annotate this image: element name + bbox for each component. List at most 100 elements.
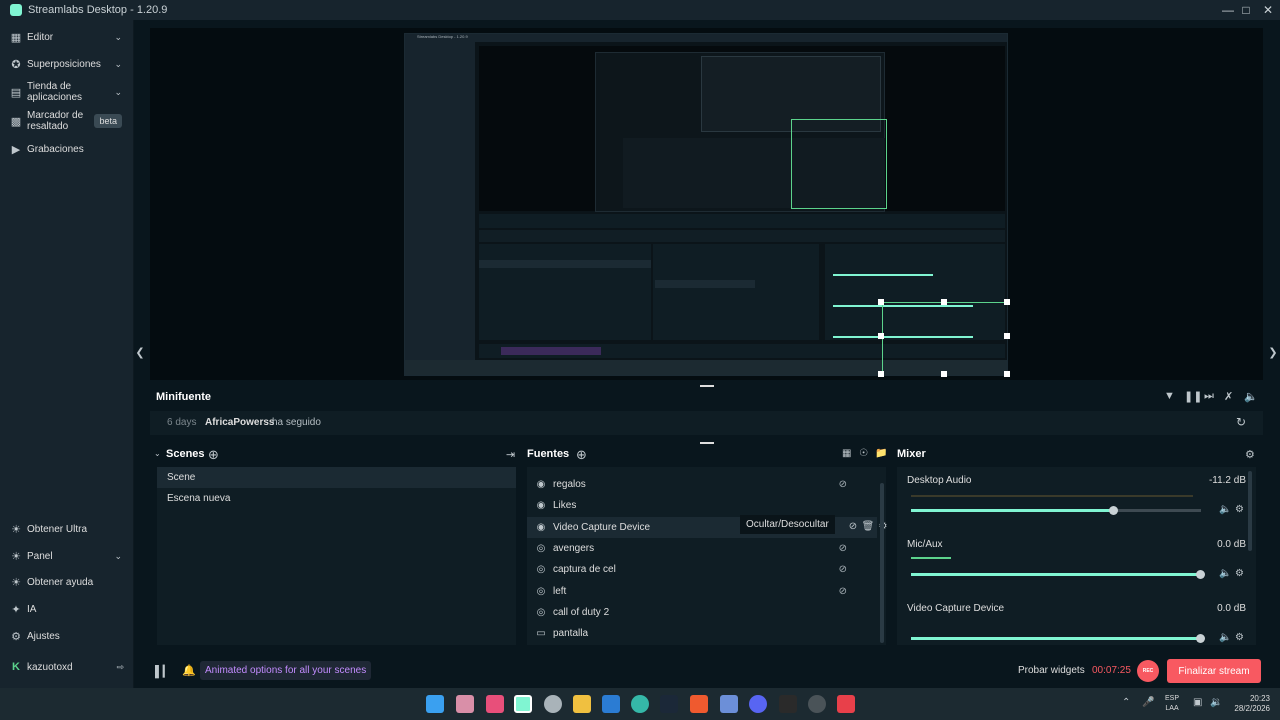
streamlabs-logo-icon [10,4,22,16]
maximize-button[interactable]: □ [1234,0,1258,20]
test-widgets-button[interactable]: Probar widgets [1018,665,1085,676]
minifeed-panel: Minifuente ▼ ❚❚ ⏭ ✗ 🔈 6 days AfricaPower… [150,385,1263,437]
webcam-icon: ◉ [536,522,546,533]
sidebar-item-editor[interactable]: ▦ Editor ⌄ [0,28,134,46]
sidebar-item-highlighter[interactable]: ▩ Marcador de resaltado beta [0,109,134,133]
promo-banner[interactable]: Animated options for all your scenes [200,661,372,680]
start-icon[interactable] [426,695,444,713]
clock-time: 20:23 [1249,694,1270,703]
event-action: ha seguido [272,417,321,428]
visibility-icon[interactable]: ⊘ [839,479,847,490]
mixer-track-desktop: Desktop Audio -11.2 dB 🔈 ⚙ [897,467,1256,531]
scrollbar[interactable] [880,483,884,643]
chevron-up-icon[interactable]: ⌃ [1122,697,1130,708]
visibility-icon[interactable]: ⊘ [839,586,847,597]
rec-button[interactable]: REC [1137,660,1159,682]
trash-icon[interactable]: 🗑 [860,521,876,532]
source-selection-icon[interactable]: ▦ [842,448,851,459]
collapse-left-icon[interactable]: ❮ [135,346,145,359]
add-scene-icon[interactable]: ⊕ [208,447,219,463]
app-icon[interactable] [456,695,474,713]
gear-icon[interactable]: ⚙ [1235,568,1244,579]
user-profile[interactable]: K kazuotoxd ⇨ [0,658,134,676]
gear-icon[interactable]: ⚙ [1235,504,1244,515]
overlays-icon: ✪ [11,58,21,71]
sidebar-item-overlays[interactable]: ✪ Superposiciones ⌄ [0,55,134,73]
sidebar-item-help[interactable]: ☀ Obtener ayuda [0,573,134,591]
filter-icon[interactable]: ▼ [1164,390,1175,402]
add-folder-icon[interactable]: 📁 [875,448,887,459]
source-label: captura de cel [553,564,616,575]
scenes-list: Scene Escena nueva [157,467,516,645]
obs-icon[interactable] [544,695,562,713]
nested-window-title: Streamlabs Desktop - 1.20.9 [417,34,468,39]
logout-icon[interactable]: ⇨ [116,662,124,673]
visibility-icon[interactable]: ⊘ [839,543,847,554]
notification-icon[interactable]: 🔔 [182,664,196,677]
source-item[interactable]: ◎ captura de cel ⊘ [527,559,877,580]
scene-transitions-icon[interactable]: ⇥ [506,448,515,461]
source-item[interactable]: ◎ call of duty 2 [527,602,877,623]
sidebar-item-label: Tienda de aplicaciones [27,81,83,103]
discord-icon[interactable] [749,695,767,713]
steam-icon[interactable] [660,695,678,713]
tiktok-icon[interactable] [486,695,504,713]
skip-icon[interactable]: ⏭ [1204,390,1214,403]
collapse-icon[interactable]: ⌄ [154,449,161,458]
close-button[interactable]: ✕ [1256,0,1280,20]
pause-icon[interactable]: ❚❚ [1184,390,1202,403]
file-explorer-icon[interactable] [573,695,591,713]
sources-eye-icon[interactable]: ☉ [859,448,868,459]
sidebar-item-ultra[interactable]: ☀ Obtener Ultra [0,520,134,538]
scene-item[interactable]: Escena nueva [157,488,516,509]
word-icon[interactable] [602,695,620,713]
brave-icon[interactable] [690,695,708,713]
mute-notifications-icon[interactable]: ✗ [1224,390,1233,403]
streamlabs-taskbar-icon[interactable] [514,695,532,713]
volume-icon[interactable]: 🔈 [1219,632,1231,643]
sidebar-item-app-store[interactable]: ▤ Tienda de aplicaciones ⌄ [0,80,134,104]
edge-icon[interactable] [631,695,649,713]
sidebar-item-recordings[interactable]: ▶ Grabaciones [0,140,134,158]
clock[interactable]: 20:23 28/2/2026 [1226,694,1270,714]
sources-list: ◉ regalos ⊘ ◉ Likes ◉ Video Capture Devi… [527,467,887,645]
stats-icon[interactable]: ▌▎ [155,665,171,678]
resize-handle[interactable] [700,442,714,444]
app-icon[interactable] [720,695,738,713]
network-icon[interactable]: ▣ [1193,697,1202,708]
track-db: -11.2 dB [1208,475,1246,486]
sidebar-item-dashboard[interactable]: ☀ Panel ⌄ [0,547,134,565]
app-icon[interactable] [808,695,826,713]
game-capture-icon: ◎ [536,607,546,618]
epic-games-icon[interactable] [779,695,797,713]
source-item[interactable]: ◎ avengers ⊘ [527,538,877,559]
source-item[interactable]: ◉ regalos ⊘ [527,474,877,495]
volume-icon[interactable]: 🔉 [1210,697,1222,708]
source-item[interactable]: ▭ pantalla [527,623,877,644]
recordings-icon: ▶ [11,143,21,156]
collapse-right-icon[interactable]: ❯ [1268,346,1278,359]
display-icon: ▭ [536,628,546,639]
source-item[interactable]: ◉ Likes [527,495,877,516]
scene-item[interactable]: Scene [157,467,516,488]
add-source-icon[interactable]: ⊕ [576,447,587,463]
mixer-settings-icon[interactable]: ⚙ [1245,448,1255,461]
gear-icon[interactable]: ⚙ [1235,632,1244,643]
sidebar-item-ai[interactable]: ✦ IA [0,600,134,618]
language-indicator[interactable]: ESP LAA [1165,694,1179,714]
event-time: 6 days [167,417,197,428]
volume-icon[interactable]: 🔈 [1219,568,1231,579]
tf-icon[interactable] [837,695,855,713]
visibility-icon[interactable]: ⊘ [839,564,847,575]
volume-icon[interactable]: 🔈 [1244,390,1258,403]
microphone-icon[interactable]: 🎤 [1142,697,1154,708]
source-item[interactable]: ◉ Video Capture Device Ocultar/Desoculta… [527,515,887,538]
volume-icon[interactable]: 🔈 [1219,504,1231,515]
visibility-icon[interactable]: ⊘ [845,521,861,532]
source-item[interactable]: ◎ left ⊘ [527,581,877,602]
scrollbar[interactable] [1248,471,1252,551]
replay-icon[interactable]: ↻ [1236,415,1246,429]
sidebar-item-settings[interactable]: ⚙ Ajustes [0,627,134,645]
event-user: AfricaPowerss [205,417,275,428]
end-stream-button[interactable]: Finalizar stream [1167,659,1261,683]
